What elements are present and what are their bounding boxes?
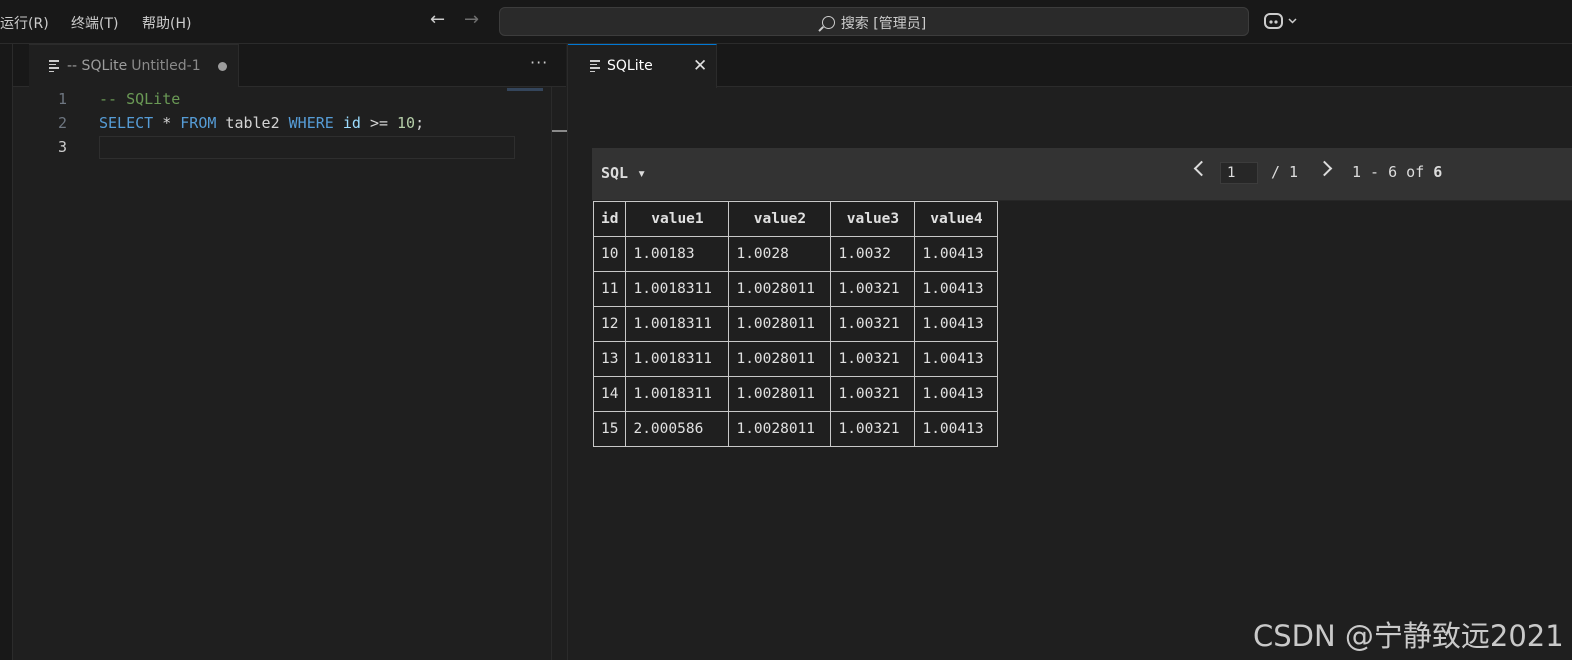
table-cell: 1.00321	[830, 306, 916, 342]
table-cell: 1.00183	[625, 236, 730, 272]
title-bar: 运行(R) 终端(T) 帮助(H) ← → 搜索 [管理员]	[0, 0, 1572, 44]
close-icon[interactable]: ✕	[693, 56, 707, 76]
next-page-icon[interactable]	[1316, 160, 1333, 177]
column-header[interactable]: value1	[625, 201, 730, 237]
table-cell: 1.0028011	[728, 376, 832, 412]
table-cell: 1.0028	[728, 236, 832, 272]
table-cell: 1.0032	[830, 236, 916, 272]
table-cell: 10	[592, 236, 627, 272]
page-number-input[interactable]	[1220, 162, 1258, 184]
code-line-1: -- SQLite	[99, 90, 181, 108]
table-row: 13 1.0018311 1.0028011 1.00321 1.00413	[592, 341, 999, 377]
table-header-row: id value1 value2 value3 value4	[592, 201, 999, 237]
table-cell: 1.0028011	[728, 411, 832, 447]
column-header[interactable]: id	[592, 201, 627, 237]
code-editor[interactable]: 1 2 3 -- SQLite SELECT * FROM table2 WHE…	[13, 87, 551, 660]
results-table: id value1 value2 value3 value4 10 1.0018…	[592, 201, 999, 447]
table-cell: 15	[592, 411, 627, 447]
table-cell: 11	[592, 271, 627, 307]
table-cell: 1.0018311	[625, 376, 730, 412]
table-row: 12 1.0018311 1.0028011 1.00321 1.00413	[592, 306, 999, 342]
menu-run[interactable]: 运行(R)	[0, 13, 49, 33]
table-cell: 1.0028011	[728, 271, 832, 307]
table-cell: 1.0018311	[625, 271, 730, 307]
page-total: / 1	[1271, 163, 1299, 181]
editor-scrollbar[interactable]	[551, 87, 568, 660]
line-number-active: 3	[57, 138, 67, 156]
file-lines-icon	[49, 60, 59, 72]
menu-terminal[interactable]: 终端(T)	[71, 13, 118, 33]
table-cell: 1.00321	[830, 341, 916, 377]
table-cell: 1.00321	[830, 271, 916, 307]
previous-page-icon[interactable]	[1193, 160, 1210, 177]
column-header[interactable]: value4	[914, 201, 999, 237]
back-arrow-icon[interactable]: ←	[430, 9, 445, 30]
table-cell: 1.0018311	[625, 341, 730, 377]
table-cell: 1.00413	[914, 236, 999, 272]
search-label: 搜索 [管理员]	[840, 16, 927, 32]
table-cell: 13	[592, 341, 627, 377]
table-cell: 2.000586	[625, 411, 730, 447]
code-line-2: SELECT * FROM table2 WHERE id >= 10;	[99, 114, 425, 132]
activity-strip	[0, 44, 13, 660]
table-cell: 14	[592, 376, 627, 412]
menu-help[interactable]: 帮助(H)	[142, 13, 191, 33]
tab-label: SQLite	[607, 58, 653, 74]
table-cell: 1.00413	[914, 341, 999, 377]
table-cell: 1.00413	[914, 271, 999, 307]
tab-untitled-1[interactable]: -- SQLite Untitled-1	[29, 44, 239, 88]
table-row: 11 1.0018311 1.0028011 1.00321 1.00413	[592, 271, 999, 307]
column-header[interactable]: value2	[728, 201, 832, 237]
table-cell: 1.00321	[830, 411, 916, 447]
minimap[interactable]	[507, 88, 543, 91]
watermark: CSDN @宁静致远2021	[1253, 619, 1564, 653]
table-cell: 1.0028011	[728, 341, 832, 377]
table-row: 15 2.000586 1.0028011 1.00321 1.00413	[592, 411, 999, 447]
sql-dropdown[interactable]: SQL ▾	[601, 164, 646, 182]
table-row: 10 1.00183 1.0028 1.0032 1.00413	[592, 236, 999, 272]
table-row: 14 1.0018311 1.0028011 1.00321 1.00413	[592, 376, 999, 412]
table-cell: 1.00321	[830, 376, 916, 412]
editor-split-divider[interactable]	[567, 44, 568, 660]
unsaved-dot-icon[interactable]	[218, 62, 227, 71]
table-cell: 1.0018311	[625, 306, 730, 342]
tab-label: -- SQLite Untitled-1	[67, 58, 201, 74]
table-cell: 1.0028011	[728, 306, 832, 342]
current-line-highlight	[99, 136, 515, 159]
file-lines-icon	[590, 60, 600, 72]
table-cell: 1.00413	[914, 306, 999, 342]
table-cell: 1.00413	[914, 376, 999, 412]
command-center-search[interactable]: 搜索 [管理员]	[499, 7, 1249, 36]
line-number: 2	[57, 114, 67, 132]
table-cell: 12	[592, 306, 627, 342]
results-toolbar: SQL ▾ / 1 1 - 6 of 6	[592, 148, 1572, 201]
copilot-icon[interactable]	[1263, 11, 1299, 31]
column-header[interactable]: value3	[830, 201, 916, 237]
results-tab-bar: SQLite ✕	[568, 44, 1572, 88]
row-range: 1 - 6 of 6	[1352, 163, 1443, 181]
search-icon	[821, 16, 835, 29]
scroll-position-marker	[552, 130, 568, 132]
editor-tab-bar: -- SQLite Untitled-1 ···	[13, 44, 566, 88]
line-number: 1	[57, 90, 67, 108]
forward-arrow-icon[interactable]: →	[464, 9, 479, 30]
table-cell: 1.00413	[914, 411, 999, 447]
tab-sqlite-results[interactable]: SQLite ✕	[568, 44, 717, 88]
more-actions-icon[interactable]: ···	[530, 53, 548, 72]
